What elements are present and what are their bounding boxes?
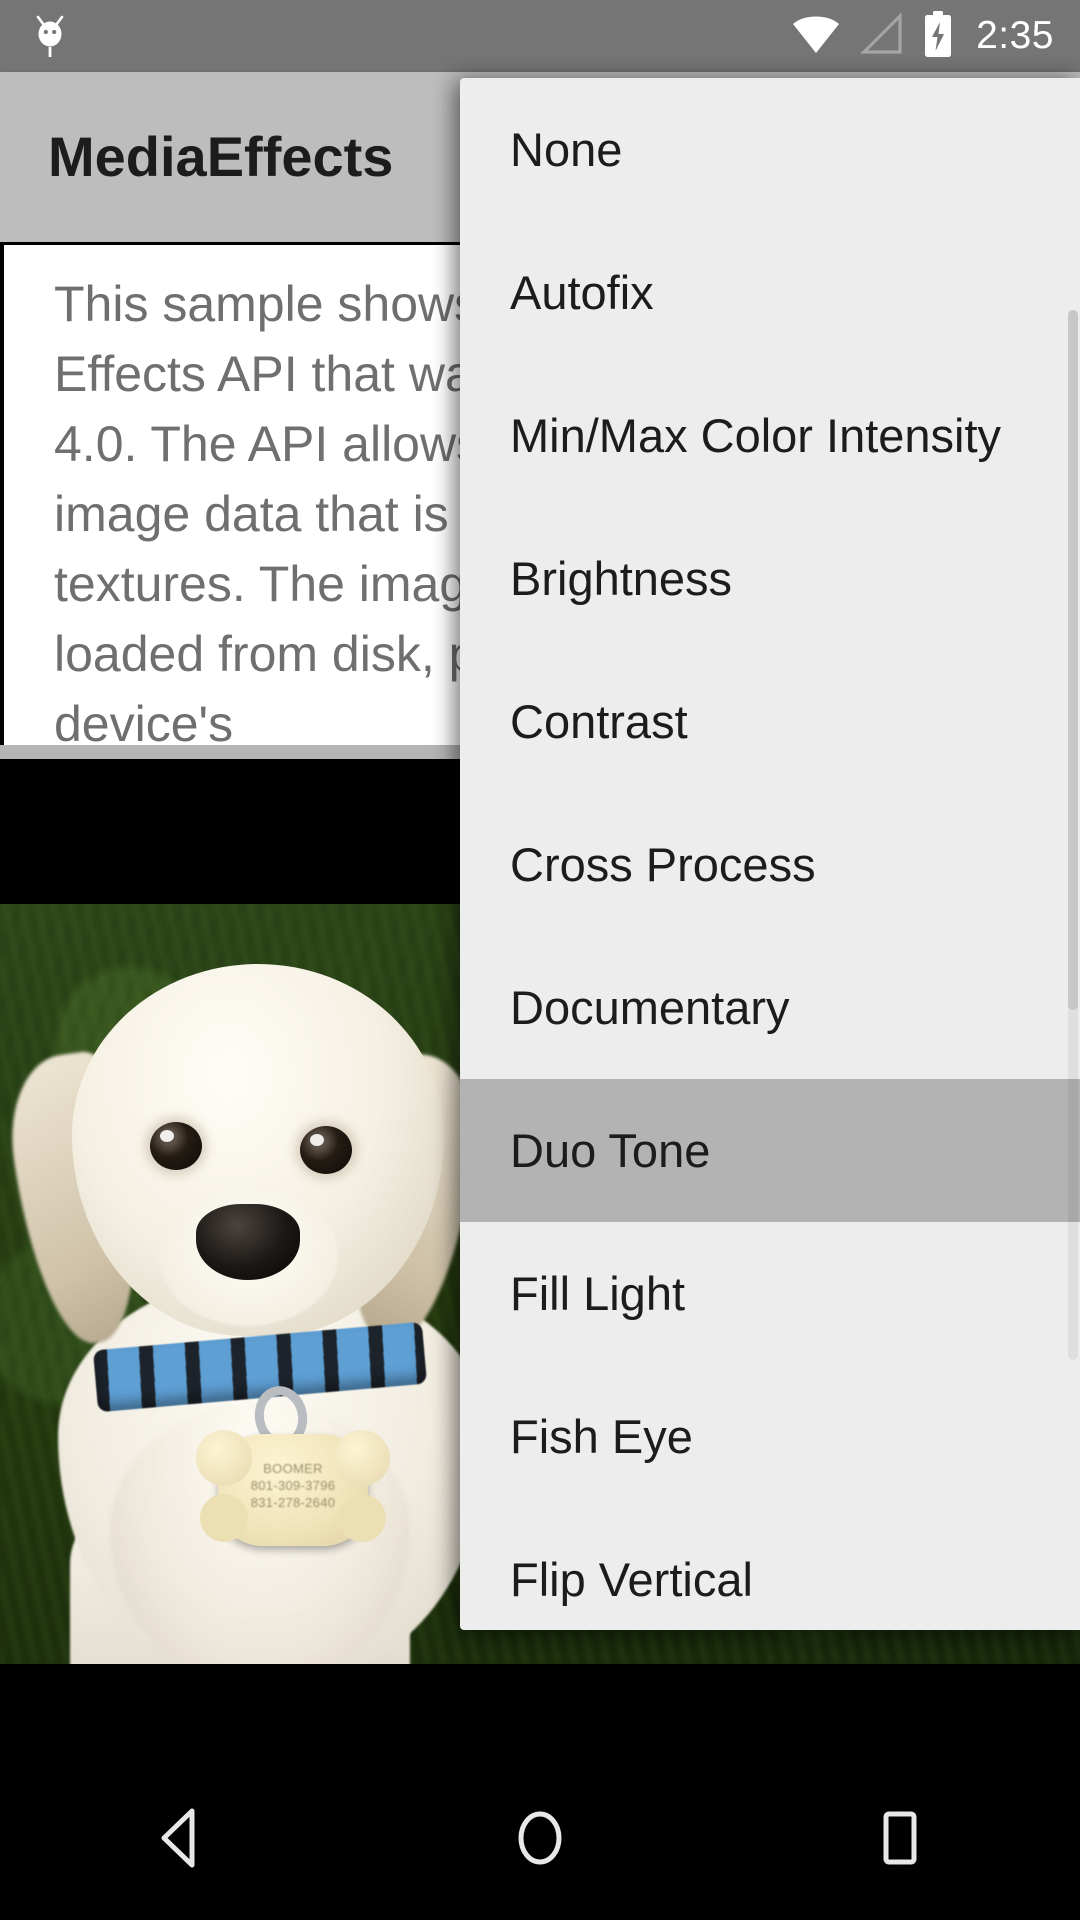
menu-item-label: Duo Tone	[510, 1124, 711, 1177]
menu-scrollbar-thumb[interactable]	[1068, 310, 1078, 1010]
dog-tag-line-2: 801-309-3796	[250, 1478, 336, 1493]
menu-item-flip-vertical[interactable]: Flip Vertical	[460, 1508, 1080, 1630]
menu-item-documentary[interactable]: Documentary	[460, 936, 1080, 1079]
status-bar-notifications	[0, 11, 70, 62]
back-triangle-icon	[148, 1805, 212, 1876]
menu-item-label: Fill Light	[510, 1267, 686, 1320]
dog-tag-line-3: 831-278-2640	[250, 1495, 336, 1510]
app-title: MediaEffects	[48, 125, 394, 188]
navigation-bar	[0, 1760, 1080, 1920]
menu-item-cross-process[interactable]: Cross Process	[460, 793, 1080, 936]
menu-item-min-max-color-intensity[interactable]: Min/Max Color Intensity	[460, 364, 1080, 507]
puppy-eye-glint-right	[310, 1134, 324, 1146]
status-bar-system-icons: 2:35	[790, 0, 1054, 72]
menu-item-autofix[interactable]: Autofix	[460, 221, 1080, 364]
android-mascot-icon	[30, 11, 70, 62]
recents-square-icon	[868, 1805, 932, 1876]
back-button[interactable]	[90, 1760, 270, 1920]
puppy-eye-left	[150, 1122, 202, 1170]
puppy-eye-glint-left	[160, 1130, 174, 1142]
effects-dropdown-menu[interactable]: None Autofix Min/Max Color Intensity Bri…	[460, 78, 1080, 1630]
menu-item-label: Cross Process	[510, 838, 816, 891]
dog-tag: BOOMER 801-309-3796 831-278-2640	[196, 1430, 390, 1546]
menu-item-label: Brightness	[510, 552, 733, 605]
cell-signal-empty-icon	[860, 11, 904, 60]
menu-item-label: Fish Eye	[510, 1410, 693, 1463]
menu-item-label: Documentary	[510, 981, 790, 1034]
menu-item-fill-light[interactable]: Fill Light	[460, 1222, 1080, 1365]
menu-item-fish-eye[interactable]: Fish Eye	[460, 1365, 1080, 1508]
battery-charging-icon	[922, 10, 954, 62]
menu-item-label: Autofix	[510, 266, 654, 319]
menu-item-duo-tone[interactable]: Duo Tone	[460, 1079, 1080, 1222]
wifi-full-icon	[790, 13, 842, 60]
dog-tag-text: BOOMER 801-309-3796 831-278-2640	[218, 1460, 368, 1511]
home-button[interactable]	[450, 1760, 630, 1920]
menu-item-label: Min/Max Color Intensity	[510, 409, 1002, 462]
menu-item-label: Flip Vertical	[510, 1553, 753, 1606]
menu-item-brightness[interactable]: Brightness	[460, 507, 1080, 650]
dog-tag-line-1: BOOMER	[263, 1461, 323, 1476]
puppy-eye-right	[300, 1126, 352, 1174]
recents-button[interactable]	[810, 1760, 990, 1920]
status-bar-clock: 2:35	[976, 14, 1054, 57]
home-circle-icon	[508, 1805, 572, 1876]
android-screen: 2:35 MediaEffects This sample shows how …	[0, 0, 1080, 1920]
status-bar: 2:35	[0, 0, 1080, 72]
menu-item-label: None	[510, 123, 623, 176]
menu-item-label: Contrast	[510, 695, 688, 748]
menu-item-contrast[interactable]: Contrast	[460, 650, 1080, 793]
menu-item-none[interactable]: None	[460, 78, 1080, 221]
